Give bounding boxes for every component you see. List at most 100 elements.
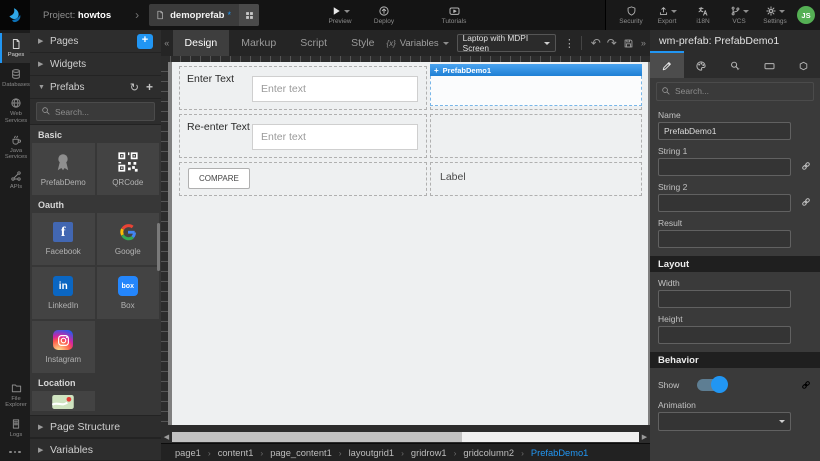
refresh-prefabs-button[interactable]: ↻ (130, 81, 139, 94)
breadcrumb-prefabdemo1[interactable]: PrefabDemo1 (531, 448, 588, 458)
layout-section-header[interactable]: Layout (650, 256, 820, 272)
collapse-right-panel-button[interactable]: » (637, 38, 650, 48)
security-button[interactable]: Security (614, 5, 648, 25)
grid-cell-compare[interactable]: COMPARE (179, 162, 427, 196)
prefab-search-input[interactable] (36, 102, 155, 121)
canvas-page[interactable]: Enter Text + PrefabDemo1 (172, 62, 648, 425)
grid-cell-enter-text[interactable]: Enter Text (179, 66, 427, 110)
show-toggle[interactable] (697, 379, 727, 391)
scroll-left-arrow-icon[interactable]: ◀ (161, 430, 172, 443)
scrollbar-thumb[interactable] (172, 432, 462, 442)
undo-button[interactable]: ↶ (591, 36, 601, 50)
re-enter-text-input[interactable] (252, 124, 418, 150)
bind-string1-icon[interactable] (800, 160, 812, 172)
prefabs-section-header[interactable]: ▼ Prefabs ↻ + (30, 76, 161, 99)
prefab-tile-prefabdemo[interactable]: PrefabDemo (32, 143, 95, 195)
vcs-button[interactable]: VCS (722, 5, 756, 25)
export-button[interactable]: i18N Export (650, 5, 684, 25)
rail-item-logs[interactable]: Logs (0, 413, 30, 443)
widget-title-bar[interactable]: + PrefabDemo1 (430, 64, 642, 76)
deploy-button[interactable]: Deploy (365, 5, 403, 25)
rail-item-java-services[interactable]: Java Services (0, 129, 30, 165)
grid-cell-reenter-text[interactable]: Re-enter Text (179, 114, 427, 158)
prefab-tile-map[interactable] (32, 391, 95, 411)
variables-menu[interactable]: {x} Variables (386, 38, 448, 49)
device-tab[interactable] (752, 51, 786, 78)
grid-cell-prefab[interactable]: + PrefabDemo1 (430, 66, 642, 110)
string2-field[interactable] (658, 194, 791, 212)
breadcrumb-page1[interactable]: page1 (175, 448, 201, 458)
grid-view-button[interactable] (239, 4, 259, 26)
breadcrumb-separator: › (208, 448, 211, 458)
left-panel-scrollbar[interactable] (157, 223, 160, 271)
bind-string2-icon[interactable] (800, 196, 812, 208)
widget-body[interactable] (430, 76, 642, 106)
redo-button[interactable]: ↷ (607, 36, 617, 50)
breadcrumb-page-content1[interactable]: page_content1 (270, 448, 332, 458)
horizontal-scrollbar[interactable]: ◀ ▶ (161, 430, 650, 443)
more-icon[interactable] (0, 443, 30, 461)
settings-button[interactable]: Settings (758, 5, 792, 25)
page-structure-section[interactable]: ▶ Page Structure (30, 415, 161, 438)
preview-button[interactable]: Preview (321, 5, 359, 25)
i18n-button[interactable]: i18N (686, 5, 720, 25)
behavior-section-header[interactable]: Behavior (650, 352, 820, 368)
tab-design[interactable]: Design (173, 30, 230, 56)
prefab-tile-box[interactable]: box Box (97, 267, 160, 319)
width-field[interactable] (658, 290, 791, 308)
rail-item-databases[interactable]: Databases (0, 63, 30, 93)
tab-script[interactable]: Script (288, 30, 339, 56)
scrollbar-track[interactable] (172, 432, 639, 442)
bind-show-icon[interactable] (800, 379, 812, 391)
security-tab[interactable] (786, 51, 820, 78)
grid-cell-empty[interactable] (430, 114, 642, 158)
string1-field[interactable] (658, 158, 791, 176)
variables-label: Variables (50, 444, 93, 456)
result-field[interactable] (658, 230, 791, 248)
collapse-left-panel-button[interactable]: « (161, 38, 173, 48)
move-icon[interactable]: + (434, 66, 439, 75)
tutorials-button[interactable]: Tutorials (435, 5, 473, 25)
scroll-right-arrow-icon[interactable]: ▶ (639, 430, 650, 443)
breadcrumb-gridcolumn2[interactable]: gridcolumn2 (463, 448, 514, 458)
properties-tab[interactable] (650, 51, 684, 78)
search-icon (41, 106, 51, 116)
enter-text-input[interactable] (252, 76, 418, 102)
grid-cell-label[interactable]: Label (430, 162, 642, 196)
prefab-tile-qrcode[interactable]: QRCode (97, 143, 160, 195)
add-prefab-button[interactable]: + (146, 80, 153, 94)
prefab-tile-instagram[interactable]: Instagram (32, 321, 95, 373)
variables-section[interactable]: ▶ Variables (30, 438, 161, 461)
chevron-down-icon (779, 10, 785, 13)
breadcrumb-layoutgrid1[interactable]: layoutgrid1 (349, 448, 394, 458)
events-tab[interactable] (718, 51, 752, 78)
file-tab-demoprefab[interactable]: demoprefab * (149, 4, 259, 26)
breadcrumb-content1[interactable]: content1 (218, 448, 254, 458)
rail-item-web-services[interactable]: Web Services (0, 92, 30, 128)
more-options-button[interactable]: ⋮ (564, 37, 575, 50)
user-avatar[interactable]: JS (797, 6, 815, 24)
animation-label: Animation (658, 400, 812, 410)
save-button[interactable] (623, 38, 634, 49)
prefab-tile-facebook[interactable]: f Facebook (32, 213, 95, 265)
selected-prefab-widget[interactable]: + PrefabDemo1 (430, 64, 642, 106)
breadcrumb-gridrow1[interactable]: gridrow1 (411, 448, 447, 458)
name-field[interactable] (658, 122, 791, 140)
tab-markup[interactable]: Markup (229, 30, 288, 56)
prefab-tile-linkedin[interactable]: in LinkedIn (32, 267, 95, 319)
rail-item-pages[interactable]: Pages (0, 33, 30, 63)
wavemaker-logo[interactable] (0, 0, 30, 30)
tab-style[interactable]: Style (339, 30, 386, 56)
height-field[interactable] (658, 326, 791, 344)
device-selector[interactable]: Laptop with MDPI Screen (457, 34, 556, 52)
animation-select[interactable] (658, 412, 791, 431)
compare-button[interactable]: COMPARE (188, 168, 250, 189)
rail-item-apis[interactable]: APIs (0, 165, 30, 195)
widgets-section-header[interactable]: ▶ Widgets (30, 53, 161, 76)
prefab-tile-google[interactable]: Google (97, 213, 160, 265)
add-page-button[interactable]: + (137, 34, 153, 49)
styles-tab[interactable] (684, 51, 718, 78)
rail-item-file-explorer[interactable]: File Explorer (0, 377, 30, 413)
pages-section-header[interactable]: ▶ Pages + (30, 30, 161, 53)
inspector-search-input[interactable] (656, 82, 814, 101)
